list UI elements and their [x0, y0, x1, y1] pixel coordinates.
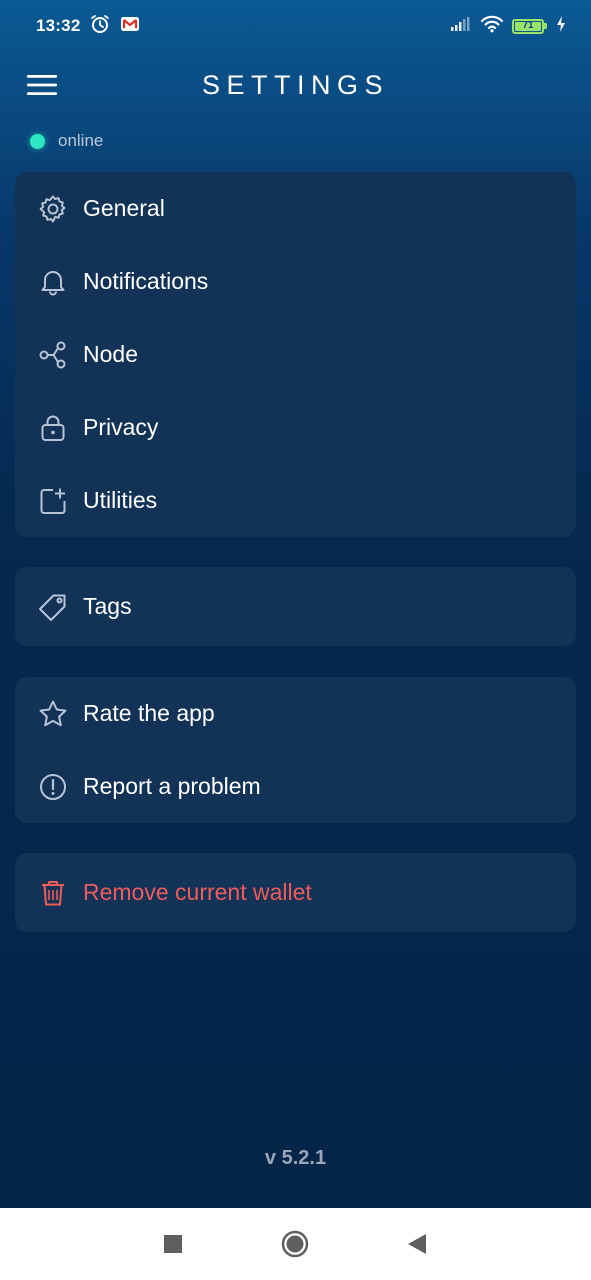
gmail-icon [120, 15, 140, 38]
add-square-icon [38, 486, 68, 516]
bell-icon [38, 267, 68, 297]
connection-status-label: online [58, 131, 104, 150]
settings-group-main: General Notifications Node Privacy Utili… [15, 172, 576, 537]
status-bar: 13:32 71 [0, 0, 591, 52]
settings-item-notifications[interactable]: Notifications [15, 245, 576, 318]
tag-icon [38, 592, 68, 622]
connection-status: online [30, 131, 103, 151]
recents-square-icon[interactable] [159, 1230, 187, 1258]
settings-item-rate-app[interactable]: Rate the app [15, 677, 576, 750]
settings-item-label: Report a problem [83, 773, 261, 799]
settings-group-support: Rate the app Report a problem [15, 677, 576, 823]
settings-item-remove-wallet[interactable]: Remove current wallet [15, 856, 576, 929]
star-icon [38, 699, 68, 729]
home-circle-icon[interactable] [281, 1230, 309, 1258]
settings-item-node[interactable]: Node [15, 318, 576, 391]
settings-item-privacy[interactable]: Privacy [15, 391, 576, 464]
settings-item-tags[interactable]: Tags [15, 570, 576, 643]
settings-item-label: Tags [83, 593, 132, 619]
settings-item-utilities[interactable]: Utilities [15, 464, 576, 537]
trash-icon [38, 878, 68, 908]
battery-level: 71 [515, 21, 541, 31]
status-time: 13:32 [36, 16, 81, 35]
back-triangle-icon[interactable] [403, 1230, 431, 1258]
settings-item-label: Notifications [83, 268, 209, 294]
alarm-icon [90, 14, 110, 39]
settings-item-report-problem[interactable]: Report a problem [15, 750, 576, 823]
wifi-icon [480, 15, 504, 38]
settings-item-label: Privacy [83, 414, 159, 440]
alert-circle-icon [38, 772, 68, 802]
settings-item-label: General [83, 195, 165, 221]
system-nav-bar [0, 1208, 591, 1280]
settings-group-tags: Tags [15, 567, 576, 646]
app-version: v 5.2.1 [264, 1147, 327, 1169]
header: SETTINGS [0, 56, 591, 114]
page-title: SETTINGS [201, 69, 389, 100]
settings-item-general[interactable]: General [15, 172, 576, 245]
hamburger-menu-icon[interactable] [26, 72, 58, 98]
signal-icon [450, 16, 472, 37]
charging-icon [555, 15, 567, 38]
battery-icon: 71 [512, 18, 547, 34]
lock-icon [38, 413, 68, 443]
gear-icon [38, 194, 68, 224]
settings-item-label: Rate the app [83, 700, 215, 726]
settings-item-label: Utilities [83, 487, 158, 513]
status-dot [30, 133, 45, 149]
share-nodes-icon [38, 340, 68, 370]
settings-item-label: Remove current wallet [83, 879, 312, 905]
settings-item-label: Node [83, 341, 138, 367]
settings-group-danger: Remove current wallet [15, 853, 576, 932]
